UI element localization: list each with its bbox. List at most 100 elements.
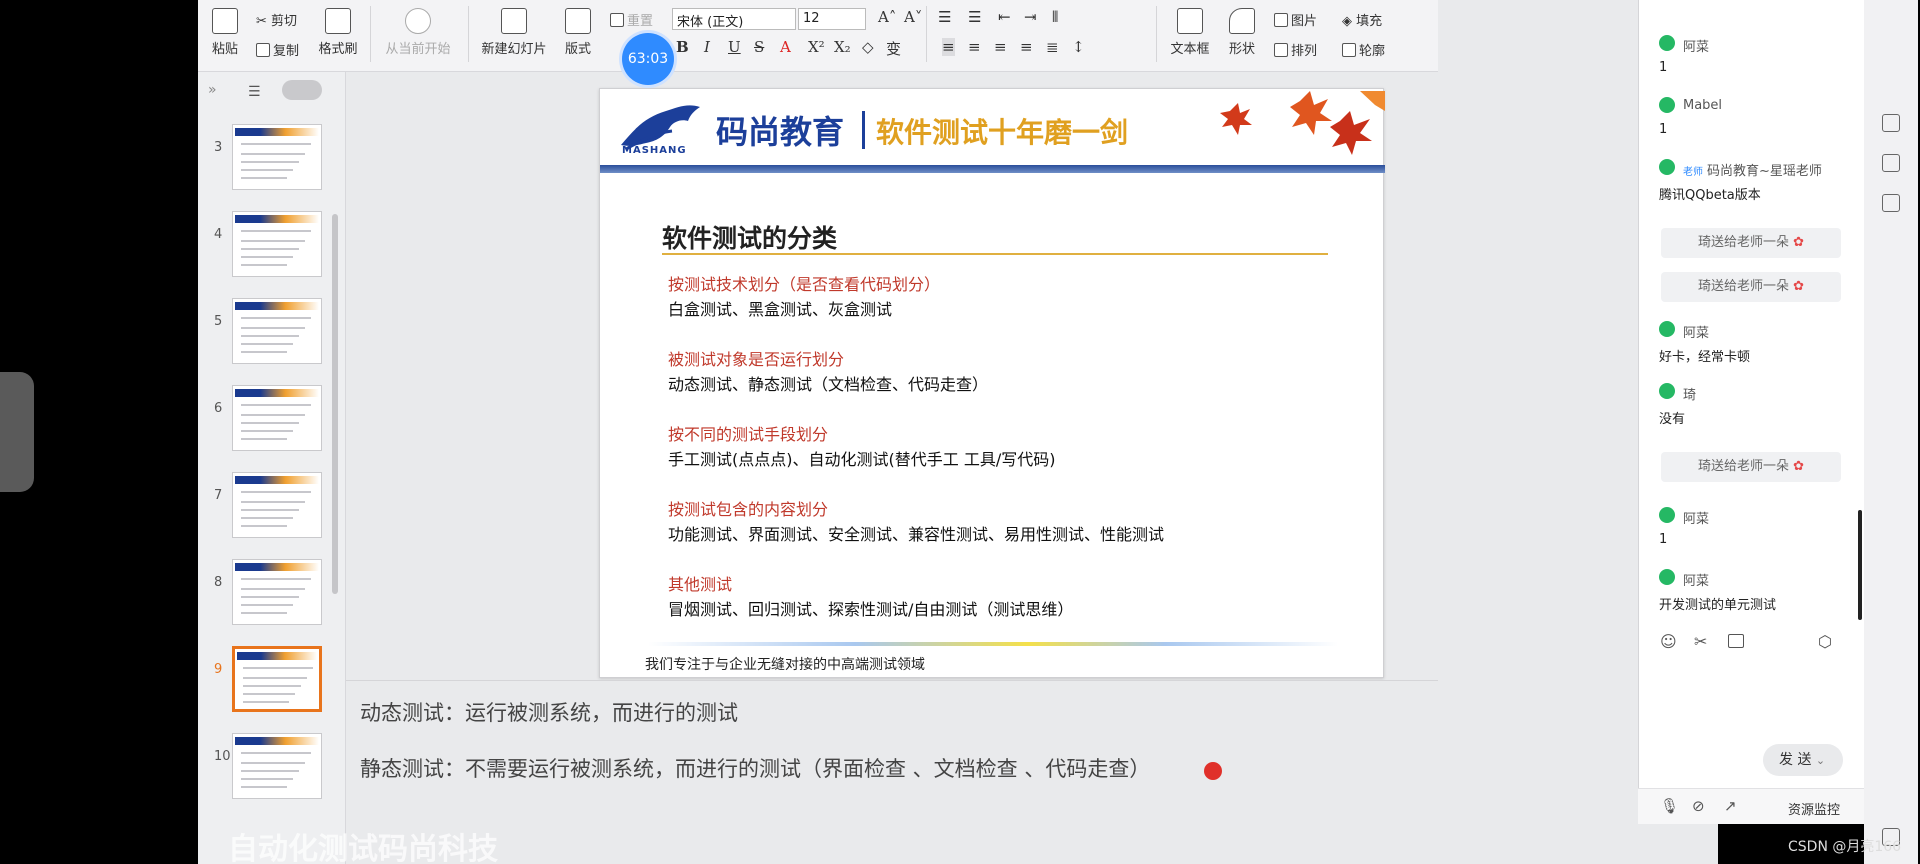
thumbnail-line (241, 414, 305, 416)
speaker-notes[interactable]: 动态测试：运行被测系统，而进行的测试 静态测试：不需要运行被测系统，而进行的测试… (346, 680, 1438, 864)
grow-font-icon[interactable]: A˄ (878, 8, 896, 26)
microphone-icon[interactable]: 🎙 (1660, 797, 1679, 815)
separator (468, 6, 469, 62)
clear-format-icon[interactable]: ◇ (862, 38, 874, 56)
chat-message: 琦没有 (1639, 383, 1865, 434)
current-slide[interactable]: MASHANG 码尚教育 软件测试十年磨一剑 软件测试的分类 按测试技术划分（是… (599, 88, 1385, 678)
slide-thumbnail[interactable] (232, 472, 322, 538)
decrease-indent-icon[interactable]: ⇤ (998, 8, 1011, 26)
justify-icon[interactable]: ≡ (1020, 38, 1033, 56)
fill-button[interactable]: ◈ 填充 (1342, 10, 1382, 29)
note-line: 动态测试：运行被测系统，而进行的测试 (360, 701, 738, 725)
slide-thumbnail[interactable] (232, 733, 322, 799)
thumbnail-line (241, 161, 299, 163)
thumbnail-line (241, 153, 305, 155)
align-center-icon[interactable]: ≡ (968, 38, 981, 56)
scissors-icon[interactable]: ✂ (1694, 632, 1707, 651)
slide-thumbnail[interactable] (232, 211, 322, 277)
thumbnail-number: 3 (214, 140, 223, 155)
subscript-icon[interactable]: X₂ (834, 38, 851, 56)
superscript-icon[interactable]: X² (808, 38, 825, 56)
thumbnail-line (243, 693, 295, 695)
line-spacing-icon[interactable]: ↕ (1072, 38, 1085, 56)
font-name-select[interactable]: 宋体 (正文) (672, 8, 796, 30)
sender-name: 老师 码尚教育~星瑶老师 (1683, 160, 1822, 179)
slide-thumbnail[interactable] (232, 646, 322, 712)
cut-button[interactable]: ✂ 剪切 (256, 10, 297, 29)
char-spacing-icon[interactable]: 变 (886, 38, 901, 59)
paste-button[interactable]: 粘贴 (208, 8, 242, 57)
play-from-current-button[interactable]: 从当前开始 (376, 8, 460, 57)
numbering-icon[interactable]: ☰ (968, 8, 981, 26)
thumbnail-line (241, 517, 293, 519)
thumbnail-line (241, 786, 287, 788)
outline-button[interactable]: 轮廓 (1342, 40, 1385, 59)
emoji-icon[interactable]: ☺ (1660, 632, 1677, 651)
outline-icon (1342, 43, 1356, 57)
shape-button[interactable]: 形状 (1222, 8, 1262, 57)
new-slide-button[interactable]: 新建幻灯片 (474, 8, 554, 57)
slide-thumbnail[interactable] (232, 124, 322, 190)
new-slide-icon (501, 8, 527, 34)
layout-button[interactable]: 版式 (558, 8, 598, 57)
underline-icon[interactable]: U (728, 38, 741, 56)
columns-icon[interactable]: ⫴ (1052, 8, 1058, 26)
brand-divider (862, 111, 865, 149)
thumbnail-line (241, 778, 293, 780)
category-detail: 功能测试、界面测试、安全测试、兼容性测试、易用性测试、性能测试 (668, 525, 1165, 544)
picture-button[interactable]: 图片 (1274, 10, 1317, 29)
bold-icon[interactable]: B (676, 38, 689, 56)
wechat-icon (1659, 321, 1675, 337)
category-detail: 白盒测试、黑盒测试、灰盒测试 (668, 300, 893, 319)
settings-icon[interactable]: ⬡ (1818, 632, 1832, 651)
send-button[interactable]: 发 送 ⌄ (1763, 744, 1843, 776)
textbox-button[interactable]: 文本框 (1166, 8, 1214, 57)
image-icon[interactable] (1728, 634, 1744, 648)
thumbnail-line (241, 762, 305, 764)
expand-icon[interactable]: » (208, 82, 217, 98)
resource-monitor-link[interactable]: 资源监控 (1788, 799, 1840, 818)
recording-timer[interactable]: 63:03 (622, 33, 674, 85)
thumbnail-view-toggle[interactable] (282, 80, 322, 100)
sliders-icon[interactable] (1882, 114, 1900, 132)
align-right-icon[interactable]: ≡ (994, 38, 1007, 56)
wechat-icon (1659, 569, 1675, 585)
outline-view-icon[interactable]: ☰ (248, 84, 261, 100)
align-left-icon[interactable]: ≡ (942, 38, 955, 56)
thumbnail-line (243, 701, 289, 703)
slide-thumbnail[interactable] (232, 298, 322, 364)
edge-handle[interactable] (0, 372, 34, 492)
copy-button[interactable]: 复制 (256, 40, 299, 59)
chat-message: 老师 码尚教育~星瑶老师 腾讯QQbeta版本 (1639, 159, 1865, 210)
brand-english: MASHANG (622, 145, 687, 156)
font-color-icon[interactable]: A (780, 38, 791, 56)
shrink-font-icon[interactable]: A˅ (904, 8, 922, 26)
thumbnail-line (241, 491, 311, 493)
share-icon[interactable]: ↗ (1724, 797, 1737, 815)
message-text: 没有 (1659, 412, 1686, 427)
chat-scrollbar[interactable] (1858, 510, 1862, 620)
sender-name: 琦 (1683, 384, 1696, 403)
increase-indent-icon[interactable]: ⇥ (1024, 8, 1037, 26)
redo-button[interactable]: 重置 (610, 10, 653, 29)
category-heading: 按测试包含的内容划分 (668, 500, 829, 519)
italic-icon[interactable]: I (704, 38, 710, 56)
sender-label: 阿菜 (1683, 574, 1710, 589)
chat-toolbar: ☺ ✂ ⬡ (1638, 626, 1864, 660)
thumbnail-line (241, 169, 293, 171)
slide-thumbnail[interactable] (232, 385, 322, 451)
flower-icon: ✿ (1793, 279, 1805, 294)
copy-icon[interactable] (1882, 194, 1900, 212)
strikethrough-icon[interactable]: S (754, 38, 764, 56)
thumbnail-scrollbar[interactable] (332, 214, 338, 594)
arrange-button[interactable]: 排列 (1274, 40, 1317, 59)
camera-off-icon[interactable]: ⊘ (1692, 797, 1705, 815)
format-painter-button[interactable]: 格式刷 (316, 8, 360, 57)
thumbnail-line (241, 525, 287, 527)
bullets-icon[interactable]: ☰ (938, 8, 951, 26)
distribute-icon[interactable]: ≣ (1046, 38, 1059, 56)
thumbnail-header (235, 389, 319, 397)
font-size-select[interactable]: 12 (798, 8, 866, 30)
slide-thumbnail[interactable] (232, 559, 322, 625)
pin-icon[interactable] (1882, 154, 1900, 172)
